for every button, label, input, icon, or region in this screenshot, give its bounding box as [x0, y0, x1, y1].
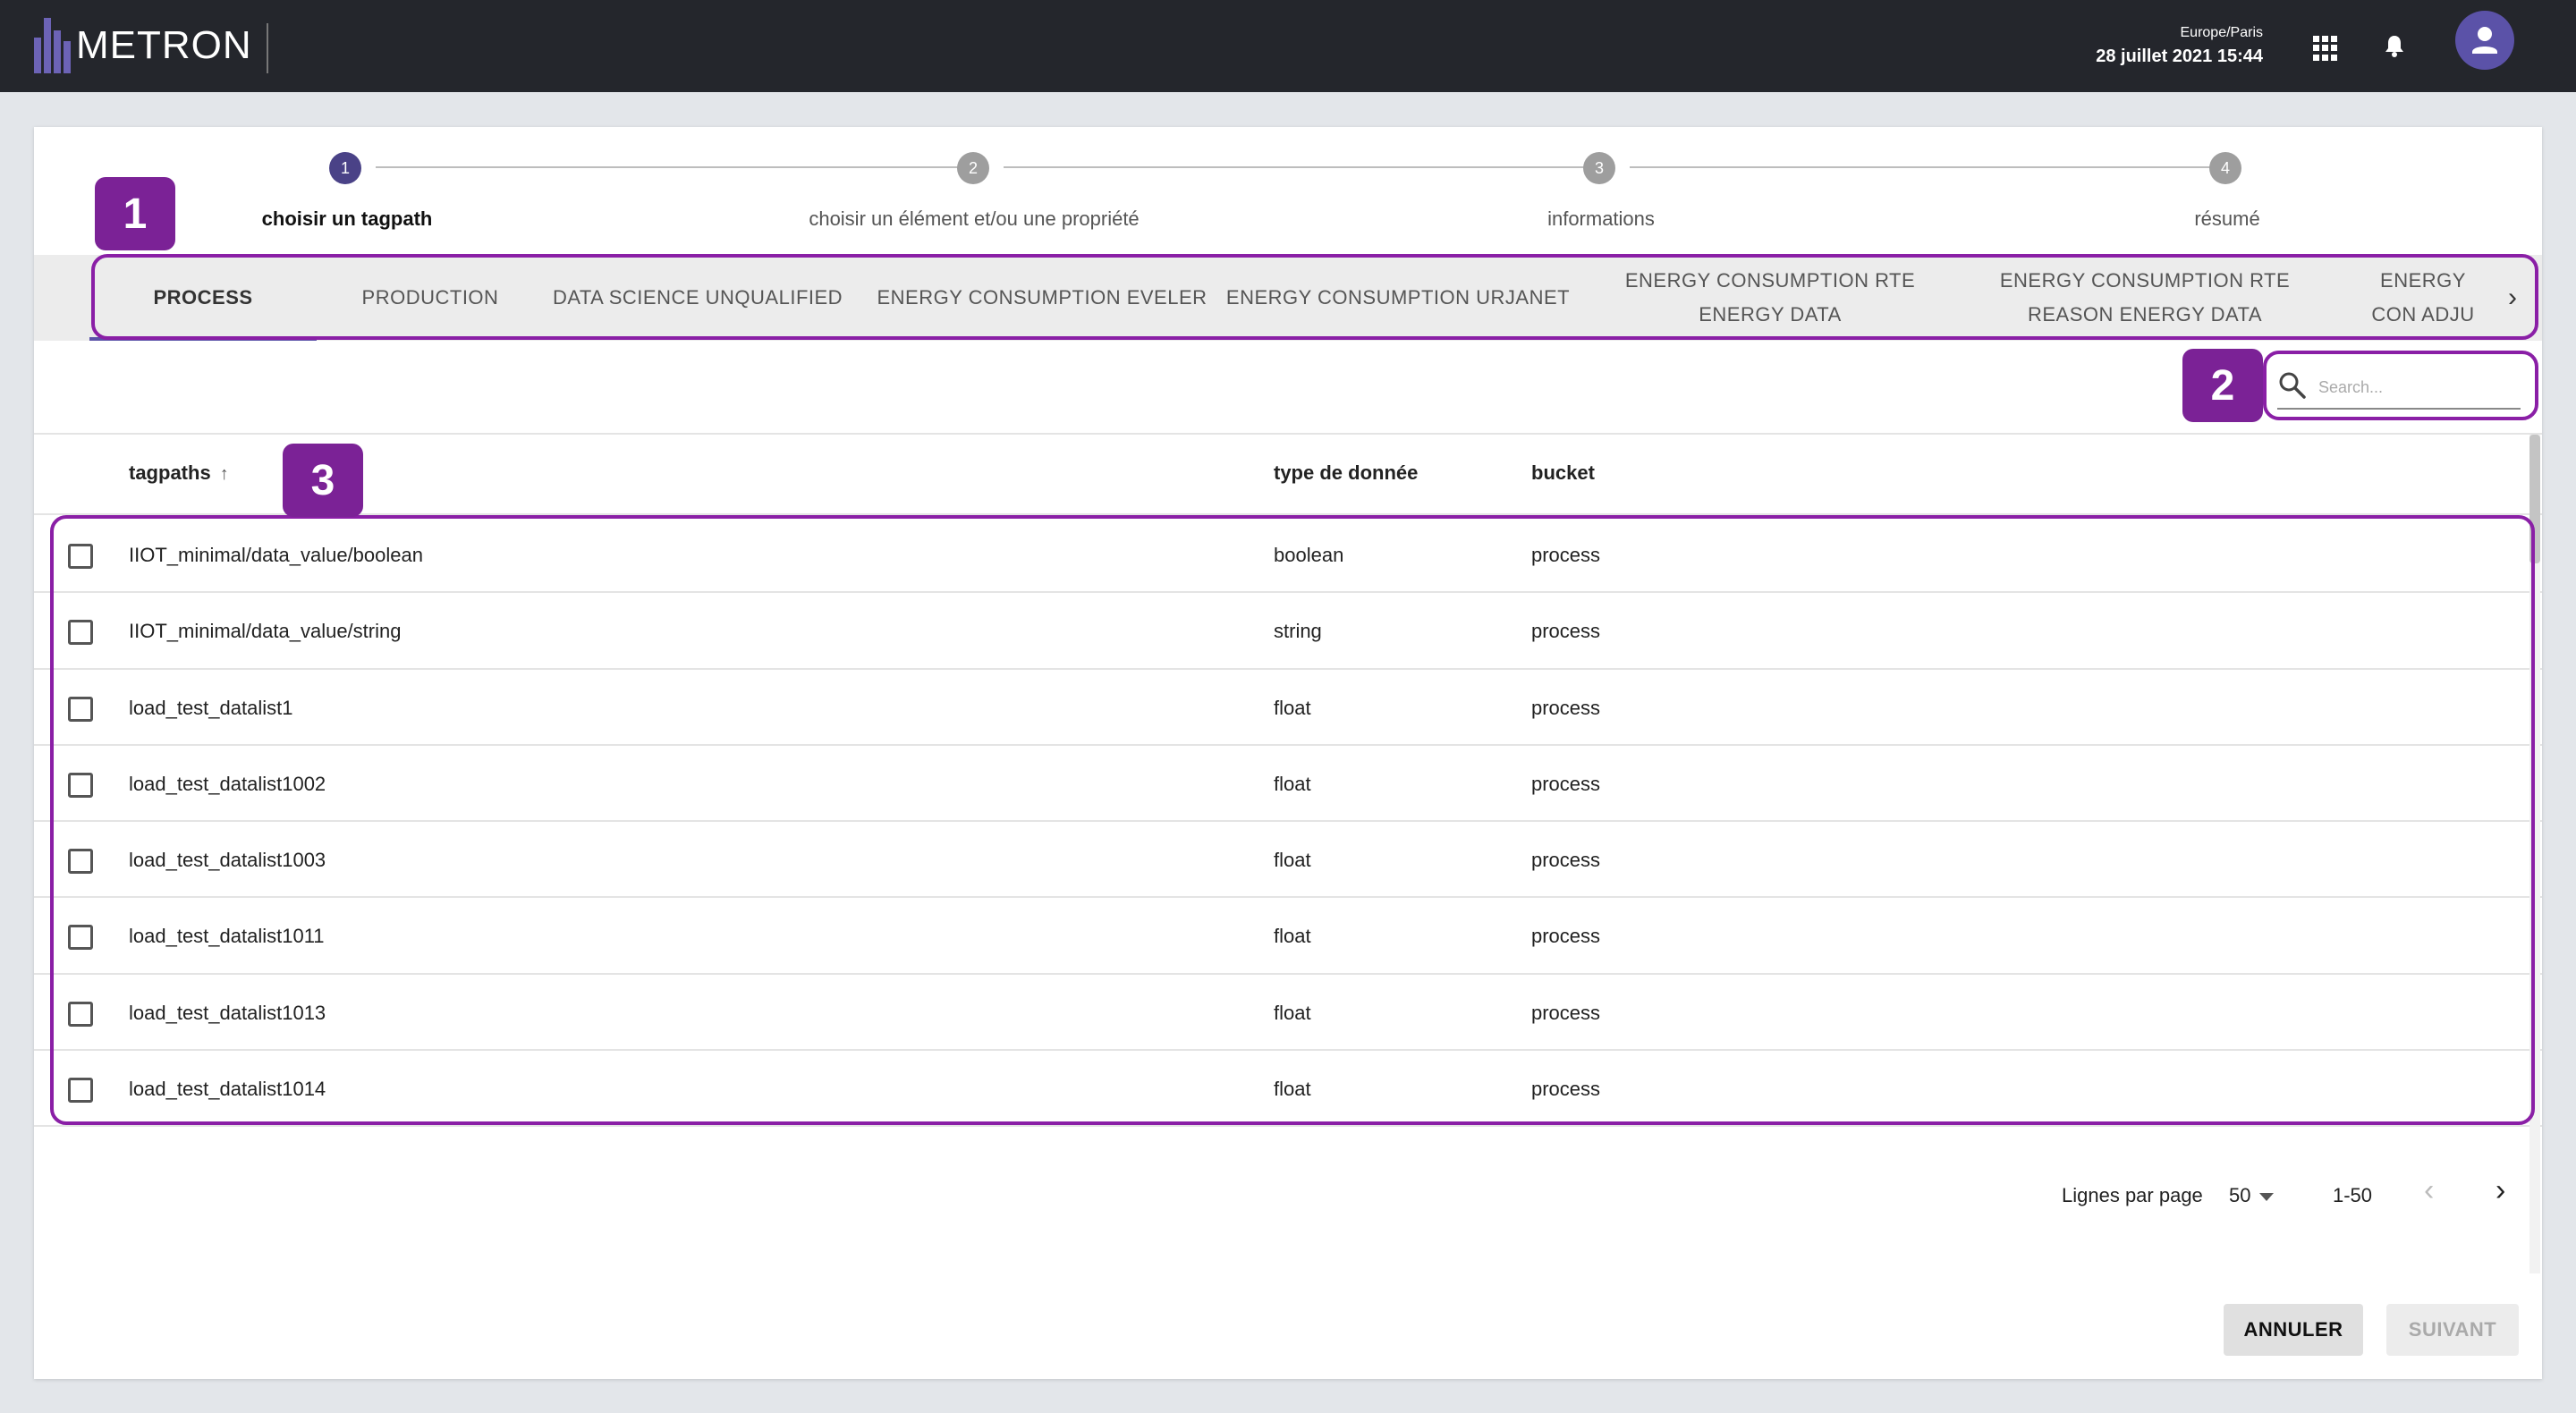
step-3-label[interactable]: informations [1547, 207, 1655, 231]
tab-energy-consumption-rte-energy-data[interactable]: ENERGY CONSUMPTION RTE ENERGY DATA [1623, 255, 1918, 341]
rows-per-page-value: 50 [2229, 1184, 2251, 1206]
step-2-label[interactable]: choisir un élément et/ou une propriété [809, 207, 1139, 231]
step-connector [376, 166, 966, 168]
table-row[interactable]: load_test_datalist1014 float process [34, 1051, 2542, 1128]
row-checkbox[interactable] [68, 696, 93, 722]
timezone-display: Europe/Paris 28 juillet 2021 15:44 [2096, 25, 2263, 67]
cell-tagpath: load_test_datalist1002 [129, 772, 326, 795]
apps-grid-icon[interactable] [2313, 36, 2338, 61]
table-body: IIOT_minimal/data_value/boolean boolean … [34, 517, 2542, 1128]
annotation-badge-2: 2 [2182, 349, 2263, 422]
sort-ascending-icon[interactable]: ↑ [220, 464, 229, 485]
column-header-tagpaths[interactable]: tagpaths ↑ [129, 461, 229, 485]
table-row[interactable]: load_test_datalist1003 float process [34, 822, 2542, 899]
table-scrollbar-thumb[interactable] [2529, 435, 2540, 563]
table-row[interactable]: IIOT_minimal/data_value/string string pr… [34, 593, 2542, 670]
row-checkbox[interactable] [68, 620, 93, 646]
tab-data-science-unqualified[interactable]: DATA SCIENCE UNQUALIFIED [547, 255, 848, 341]
user-icon [2472, 27, 2497, 54]
tab-energy-consumption-rte-reason-energy-data[interactable]: ENERGY CONSUMPTION RTE REASON ENERGY DAT… [1993, 255, 2297, 341]
column-header-tagpaths-label: tagpaths [129, 461, 211, 484]
row-checkbox[interactable] [68, 1001, 93, 1027]
current-datetime: 28 juillet 2021 15:44 [2096, 47, 2263, 66]
table-row[interactable]: load_test_datalist1011 float process [34, 898, 2542, 975]
rows-per-page-label: Lignes par page [2062, 1184, 2203, 1206]
column-header-bucket[interactable]: bucket [1531, 461, 1595, 485]
step-connector [1004, 166, 1594, 168]
rows-per-page-select[interactable]: 50 [2229, 1184, 2275, 1207]
cancel-button[interactable]: ANNULER [2224, 1304, 2363, 1356]
cell-tagpath: load_test_datalist1003 [129, 849, 326, 872]
active-tab-indicator [89, 337, 317, 341]
tab-production[interactable]: PRODUCTION [317, 255, 544, 341]
search-icon [2279, 372, 2306, 399]
user-avatar[interactable] [2455, 11, 2514, 70]
top-bar: METRON Europe/Paris 28 juillet 2021 15:4… [0, 0, 2576, 92]
tab-energy-consumption-urjanet[interactable]: ENERGY CONSUMPTION URJANET [1224, 255, 1572, 341]
search-field [2277, 365, 2521, 410]
cell-bucket: process [1531, 696, 1601, 719]
step-2-indicator[interactable]: 2 [957, 152, 989, 184]
logo-divider [267, 23, 268, 73]
table-row[interactable]: load_test_datalist1 float process [34, 670, 2542, 746]
wizard-card: 1 2 3 4 choisir un tagpath choisir un él… [34, 127, 2542, 1379]
cell-type: boolean [1274, 544, 1344, 566]
step-4-indicator[interactable]: 4 [2209, 152, 2241, 184]
row-checkbox[interactable] [68, 1078, 93, 1104]
chevron-right-icon[interactable]: › [2499, 282, 2526, 314]
cell-type: float [1274, 1001, 1311, 1024]
step-1-indicator[interactable]: 1 [329, 152, 361, 184]
cell-type: float [1274, 1078, 1311, 1101]
table-row[interactable]: load_test_datalist1002 float process [34, 746, 2542, 823]
column-header-type[interactable]: type de donnée [1274, 461, 1418, 485]
annotation-badge-1: 1 [95, 177, 175, 250]
metron-logo[interactable]: METRON [34, 18, 252, 73]
chevron-right-icon[interactable]: › [2496, 1173, 2505, 1208]
cell-type: string [1274, 620, 1322, 643]
cell-tagpath: load_test_datalist1013 [129, 1001, 326, 1024]
tab-process[interactable]: PROCESS [89, 255, 317, 341]
cell-bucket: process [1531, 1078, 1601, 1101]
cell-tagpath: load_test_datalist1 [129, 696, 293, 719]
cell-type: float [1274, 772, 1311, 795]
step-connector [1630, 166, 2220, 168]
bucket-tabs: PROCESS PRODUCTION DATA SCIENCE UNQUALIF… [34, 255, 2542, 341]
caret-down-icon [2259, 1192, 2275, 1201]
row-checkbox[interactable] [68, 925, 93, 951]
bell-icon[interactable] [2385, 34, 2404, 57]
annotation-badge-3: 3 [283, 444, 363, 517]
step-4-label[interactable]: résumé [2194, 207, 2259, 231]
cell-tagpath: load_test_datalist1014 [129, 1078, 326, 1101]
cell-bucket: process [1531, 772, 1601, 795]
pagination-range: 1-50 [2333, 1184, 2373, 1206]
cell-type: float [1274, 925, 1311, 948]
next-button[interactable]: SUIVANT [2386, 1304, 2519, 1356]
tab-energy-consumption-adju[interactable]: ENERGY CON ADJU [2356, 255, 2490, 341]
logo-text: METRON [76, 23, 252, 67]
table-row[interactable]: IIOT_minimal/data_value/boolean boolean … [34, 517, 2542, 594]
tab-energy-consumption-eveler[interactable]: ENERGY CONSUMPTION EVELER [875, 255, 1209, 341]
cell-type: float [1274, 849, 1311, 872]
cell-bucket: process [1531, 544, 1601, 566]
row-checkbox[interactable] [68, 849, 93, 875]
timezone-label: Europe/Paris [2180, 25, 2264, 40]
cell-bucket: process [1531, 620, 1601, 643]
table-row[interactable]: load_test_datalist1013 float process [34, 975, 2542, 1052]
row-checkbox[interactable] [68, 544, 93, 569]
cell-tagpath: IIOT_minimal/data_value/string [129, 620, 402, 643]
step-3-indicator[interactable]: 3 [1583, 152, 1615, 184]
cell-tagpath: IIOT_minimal/data_value/boolean [129, 544, 423, 566]
cell-bucket: process [1531, 925, 1601, 948]
cell-type: float [1274, 696, 1311, 719]
cell-bucket: process [1531, 849, 1601, 872]
cell-bucket: process [1531, 1001, 1601, 1024]
table-header: tagpaths ↑ type de donnée bucket [34, 435, 2542, 515]
step-1-label[interactable]: choisir un tagpath [262, 207, 433, 231]
logo-bars-icon [34, 18, 71, 73]
row-checkbox[interactable] [68, 772, 93, 798]
chevron-left-icon[interactable]: ‹ [2424, 1173, 2434, 1208]
cell-tagpath: load_test_datalist1011 [129, 925, 325, 948]
search-input[interactable] [2318, 372, 2515, 402]
